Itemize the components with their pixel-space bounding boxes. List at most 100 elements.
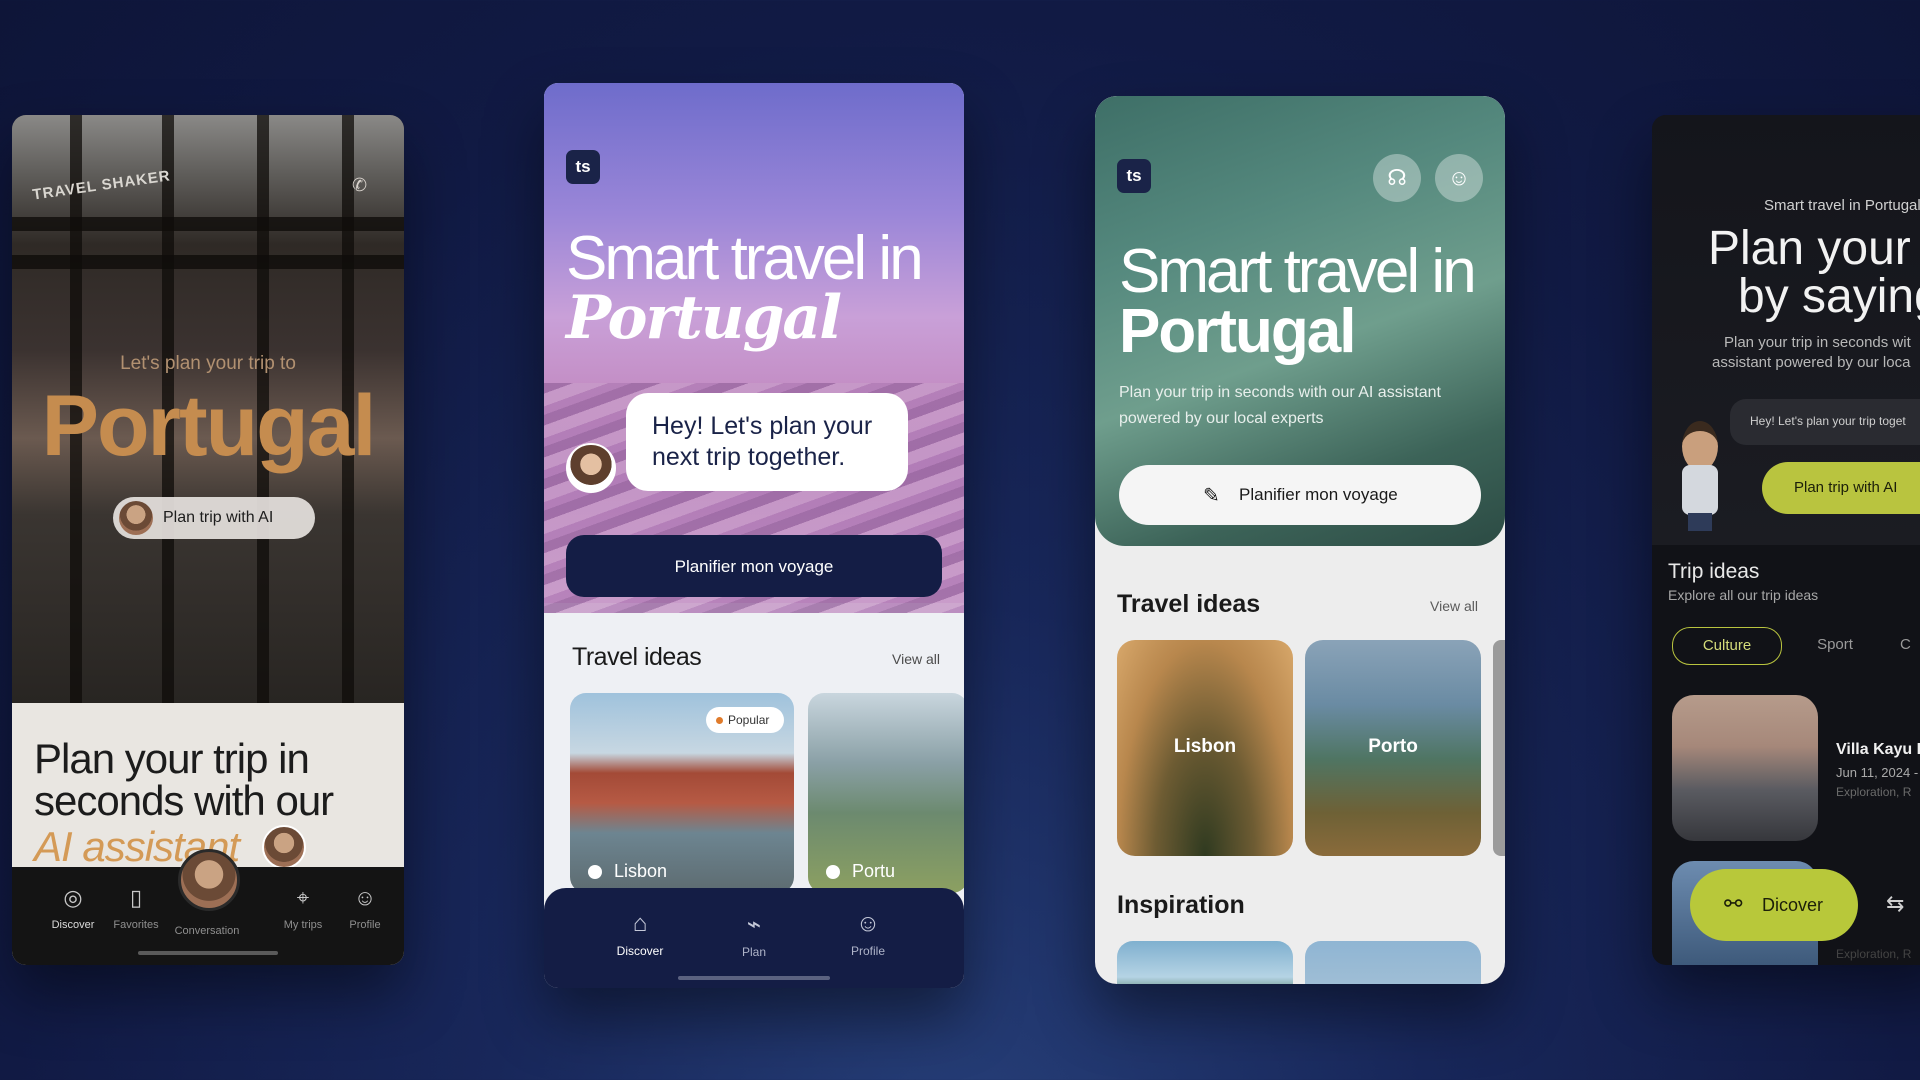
travel-card-lisbon[interactable]: Lisbon — [1117, 640, 1293, 856]
nav-label: Discover — [616, 944, 664, 958]
plan-trip-button-label: Planifier mon voyage — [674, 557, 834, 576]
badge-dot — [716, 717, 723, 724]
section-title: Travel ideas — [572, 643, 702, 671]
bottom-nav: ◎ Discover ▯ Favorites Conversation ⌖ My… — [12, 849, 404, 965]
plan-trip-button[interactable]: Planifier mon voyage — [566, 535, 942, 597]
nav-label: Conversation — [174, 925, 240, 937]
popular-badge: Popular — [706, 707, 784, 733]
chat-bubble-text: Hey! Let's plan your next trip together. — [652, 412, 873, 471]
big-title: Plan your t by saying — [1708, 225, 1920, 321]
trip-tags: Exploration, R — [1836, 785, 1912, 799]
user-icon: ☺ — [855, 910, 881, 937]
inspiration-card[interactable] — [1305, 941, 1481, 984]
description-line2: assistant powered by our loca — [1712, 354, 1911, 371]
nav-item-discover[interactable]: ◎ Discover — [38, 885, 108, 931]
plan-trip-ai-button[interactable]: Plan trip with AI — [1762, 462, 1920, 514]
bottom-nav: ⌂ Discover ⌁ Plan ☺ Profile — [544, 888, 964, 988]
description-line1: Plan your trip in seconds wit — [1724, 334, 1911, 351]
nav-item-conversation[interactable]: Conversation — [172, 925, 242, 937]
avatar — [119, 501, 153, 535]
nav-label: Profile — [850, 944, 885, 958]
avatar — [262, 825, 306, 869]
binoculars-icon: ⚯ — [1724, 891, 1743, 916]
nav-item-my-trips[interactable]: ⌖ My trips — [268, 885, 338, 931]
travel-card-porto[interactable]: Portu — [808, 693, 964, 893]
plan-trip-button-label: Planifier mon voyage — [1239, 485, 1398, 504]
phone-icon[interactable]: ✆ — [352, 175, 374, 197]
hero-description: Plan your trip in seconds with our AI as… — [1119, 384, 1441, 427]
home-icon: ⌂ — [632, 910, 648, 937]
home-indicator — [678, 976, 830, 980]
inspiration-card[interactable] — [1117, 941, 1293, 984]
location-pin-icon — [826, 865, 840, 879]
phone-screen-3: ts ☊ ☺ Smart travel in Portugal Plan you… — [1095, 96, 1505, 984]
home-indicator — [138, 951, 278, 955]
section-title-inspiration: Inspiration — [1117, 891, 1245, 919]
user-icon: ☺ — [353, 885, 377, 910]
view-all-link[interactable]: View all — [892, 651, 940, 667]
chat-bubble: Hey! Let's plan your next trip together. — [626, 393, 908, 491]
bookmark-icon: ▯ — [129, 885, 143, 910]
badge-label: Popular — [728, 713, 770, 727]
nav-label: My trips — [283, 919, 323, 931]
plan-trip-ai-label: Plan trip with AI — [163, 509, 274, 526]
app-logo: ts — [1117, 159, 1151, 193]
hero-title-line2: Portugal — [1119, 297, 1356, 366]
nav-label: Discover — [51, 919, 95, 931]
plan-trip-ai-button[interactable]: Plan trip with AI — [113, 497, 315, 539]
chat-bubble-text: Hey! Let's plan your trip toget — [1750, 414, 1906, 428]
card-label: Lisbon — [1173, 736, 1237, 757]
hero-title-line2: Portugal — [566, 283, 842, 353]
trip-card-image[interactable] — [1672, 695, 1818, 841]
view-all-link[interactable]: View all — [1430, 598, 1478, 614]
big-title-line2: by saying — [1738, 270, 1920, 323]
nav-item-plan[interactable]: ⌁ Plan — [714, 910, 794, 959]
travel-card-partial[interactable] — [1493, 640, 1505, 856]
phone-screen-4: Smart travel in Portugal Plan your t by … — [1652, 115, 1920, 965]
nav-label: Favorites — [113, 919, 159, 931]
nav-item-favorites[interactable]: ▯ Favorites — [101, 885, 171, 931]
route-icon[interactable]: ⇆ — [1886, 891, 1904, 917]
filter-chip-culture[interactable]: Culture — [1672, 627, 1782, 665]
trip-name: Villa Kayu L — [1836, 741, 1920, 758]
plan-trip-ai-label: Plan trip with AI — [1794, 479, 1898, 496]
assistant-character — [1676, 421, 1724, 531]
conversation-avatar-button[interactable] — [178, 849, 240, 911]
description: Plan your trip in seconds wit assistant … — [1712, 333, 1920, 373]
nav-item-discover[interactable]: ⌂ Discover — [600, 910, 680, 958]
travel-card-porto[interactable]: Porto — [1305, 640, 1481, 856]
filter-chip-partial[interactable]: C — [1900, 627, 1920, 663]
phone-screen-1: TRAVEL SHAKER ✆ Let's plan your trip to … — [12, 115, 404, 965]
plan-trip-button[interactable]: ✎ Planifier mon voyage — [1119, 465, 1481, 525]
compass-icon: ◎ — [63, 885, 83, 910]
discover-button[interactable]: ⚯ Dicover — [1690, 869, 1858, 941]
user-icon[interactable]: ☺ — [1435, 154, 1483, 202]
discover-button-label: Dicover — [1762, 895, 1824, 915]
card-label: Lisbon — [614, 861, 668, 881]
nav-label: Profile — [349, 919, 381, 931]
card-label: Portu — [852, 861, 896, 881]
nav-item-profile[interactable]: ☺ Profile — [330, 885, 400, 931]
hero-headline: Portugal — [41, 378, 377, 474]
card-label: Porto — [1368, 736, 1418, 757]
route-icon: ⌖ — [296, 885, 310, 910]
hero-subtitle: Let's plan your trip to — [120, 353, 296, 374]
trip-date: Jun 11, 2024 - J — [1836, 765, 1920, 780]
trip-tags: Exploration, R — [1836, 947, 1912, 961]
headset-icon[interactable]: ☊ — [1373, 154, 1421, 202]
chat-bubble: Hey! Let's plan your trip toget — [1730, 399, 1920, 445]
location-pin-icon — [588, 865, 602, 879]
small-title: Smart travel in Portugal — [1764, 197, 1920, 214]
section-title: Travel ideas — [1117, 590, 1261, 618]
assistant-avatar — [566, 443, 616, 493]
big-title-line1: Plan your t — [1708, 222, 1920, 275]
app-logo: ts — [566, 150, 600, 184]
nav-item-profile[interactable]: ☺ Profile — [828, 910, 908, 958]
magic-wand-icon: ✎ — [1203, 485, 1220, 507]
nav-label: Plan — [741, 945, 767, 959]
phone-screen-2: ts Smart travel in Portugal Hey! Let's p… — [544, 83, 964, 988]
promo-text: Plan your trip in seconds with our — [34, 735, 334, 824]
filter-chip-sport[interactable]: Sport — [1800, 627, 1870, 663]
travel-card-lisbon[interactable]: Popular Lisbon — [570, 693, 794, 893]
route-icon: ⌁ — [746, 911, 762, 938]
